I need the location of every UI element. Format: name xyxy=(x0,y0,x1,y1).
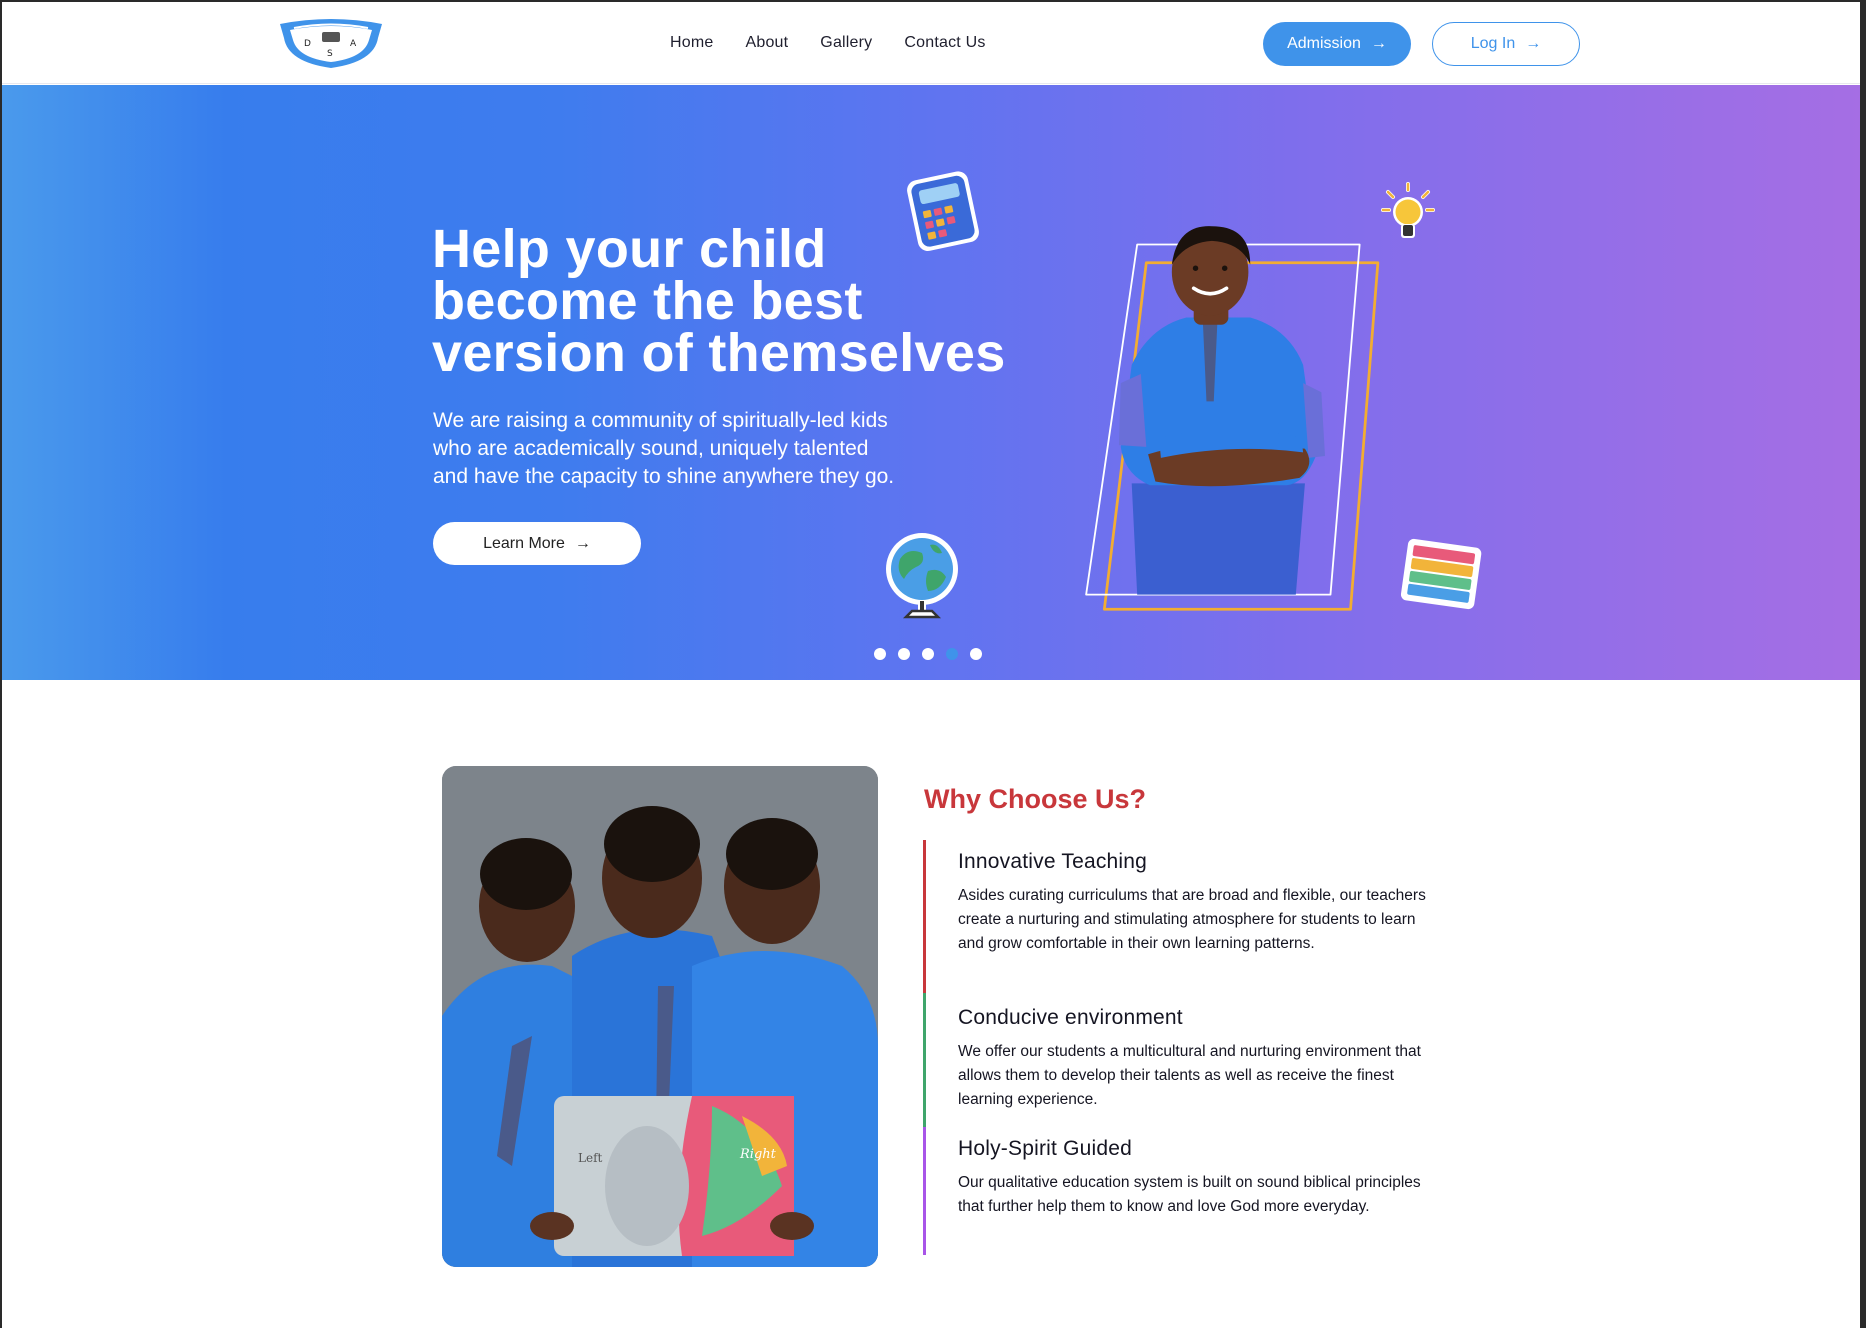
nav-link-gallery[interactable]: Gallery xyxy=(820,34,872,52)
feature-rail-purple xyxy=(923,1127,926,1255)
feature-text: We offer our students a multicultural an… xyxy=(958,1043,1421,1108)
nav-link-home[interactable]: Home xyxy=(670,34,713,52)
hero-subtitle-line: and have the capacity to shine anywhere … xyxy=(433,465,895,488)
feature-title: Holy-Spirit Guided xyxy=(958,1137,1132,1160)
laptop-left-text: Left xyxy=(578,1151,603,1165)
arrow-right-icon: → xyxy=(1525,35,1542,52)
globe-icon xyxy=(886,533,958,619)
top-nav: D S A Home About Gallery Contact Us Admi… xyxy=(2,2,1860,84)
hero-subtitle-line: We are raising a community of spirituall… xyxy=(433,409,888,432)
slide-dot-5[interactable] xyxy=(970,648,982,660)
login-label: Log In xyxy=(1470,35,1516,52)
hero-title-line: Help your child xyxy=(432,219,827,279)
why-choose-us-title: Why Choose Us? xyxy=(924,784,1147,814)
books-icon xyxy=(1400,538,1482,610)
slide-dot-3[interactable] xyxy=(922,648,934,660)
nav-link-about[interactable]: About xyxy=(745,34,788,52)
slide-indicators xyxy=(874,648,982,660)
feature-text: Our qualitative education system is buil… xyxy=(958,1174,1421,1215)
feature-title: Innovative Teaching xyxy=(958,850,1148,873)
slide-dot-1[interactable] xyxy=(874,648,886,660)
lightbulb-icon xyxy=(1381,182,1435,238)
learn-more-button[interactable]: Learn More → xyxy=(433,522,641,565)
feature-conducive-environment: Conducive environment We offer our stude… xyxy=(958,1006,1428,1112)
admission-button[interactable]: Admission → xyxy=(1263,22,1411,66)
slide-dot-2[interactable] xyxy=(898,648,910,660)
hero-title-line: become the best xyxy=(432,271,863,331)
logo-letter-s: S xyxy=(327,49,333,59)
hero-student-image xyxy=(1085,226,1380,611)
hero-banner: Help your child become the best version … xyxy=(2,85,1860,680)
login-button[interactable]: Log In → xyxy=(1432,22,1580,66)
calculator-icon xyxy=(907,171,979,252)
page: D S A Home About Gallery Contact Us Admi… xyxy=(2,2,1860,1328)
students-photo: Left Right xyxy=(442,766,878,1267)
nav-link-contact[interactable]: Contact Us xyxy=(904,34,985,52)
logo-letter-a: A xyxy=(350,39,357,49)
hero-title-line: version of themselves xyxy=(432,323,1006,383)
feature-title: Conducive environment xyxy=(958,1006,1183,1029)
school-logo[interactable]: D S A xyxy=(274,16,388,70)
main-menu: Home About Gallery Contact Us xyxy=(670,34,1018,52)
feature-holy-spirit-guided: Holy-Spirit Guided Our qualitative educa… xyxy=(958,1137,1428,1219)
feature-text: Asides curating curriculums that are bro… xyxy=(958,887,1426,952)
arrow-right-icon: → xyxy=(1370,35,1387,52)
hero-subtitle-line: who are academically sound, uniquely tal… xyxy=(433,437,869,460)
feature-rail-red xyxy=(923,840,926,993)
feature-rail-green xyxy=(923,993,926,1127)
logo-letter-d: D xyxy=(304,39,311,49)
learn-more-label: Learn More xyxy=(483,534,565,552)
laptop-right-text: Right xyxy=(739,1147,777,1162)
feature-innovative-teaching: Innovative Teaching Asides curating curr… xyxy=(958,850,1428,956)
hero-subtitle: We are raising a community of spirituall… xyxy=(433,407,973,491)
admission-label: Admission xyxy=(1287,35,1361,52)
slide-dot-4[interactable] xyxy=(946,648,958,660)
arrow-right-icon: → xyxy=(574,534,591,552)
